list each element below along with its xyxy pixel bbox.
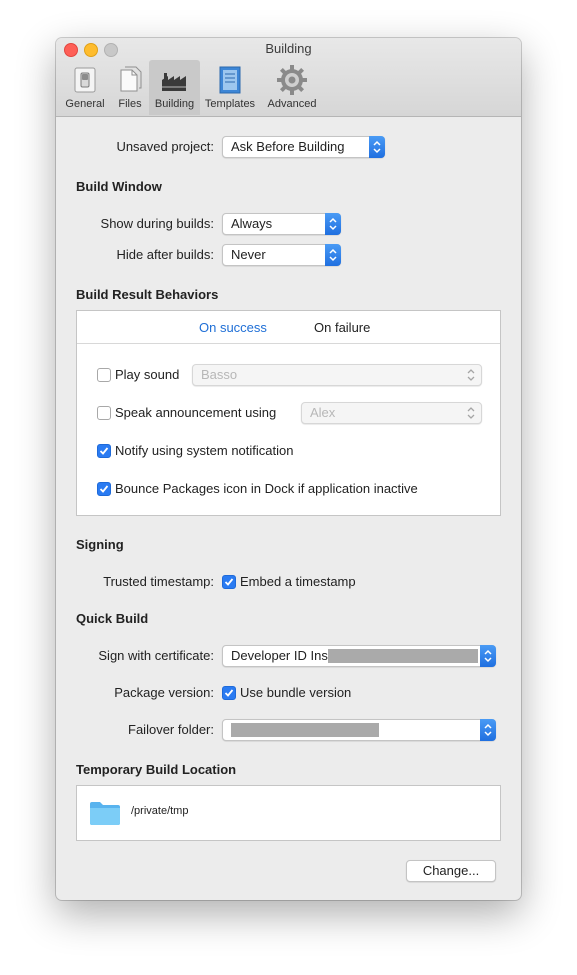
tab-divider — [77, 343, 500, 344]
toolbar-label: Building — [154, 98, 195, 110]
chevron-up-down-icon — [480, 645, 496, 667]
window-title: Building — [265, 41, 312, 56]
package-version-label: Package version: — [114, 685, 214, 700]
failover-folder-popup[interactable] — [222, 719, 496, 741]
checkmark-icon — [224, 689, 234, 697]
chevron-up-down-icon — [467, 407, 475, 422]
temp-location-path: /private/tmp — [131, 805, 189, 817]
hide-after-builds-popup[interactable]: Never — [222, 244, 341, 266]
checkmark-icon — [224, 578, 234, 586]
notify-label: Notify using system notification — [115, 443, 294, 458]
toolbar-item-building[interactable]: Building — [149, 60, 200, 115]
show-during-builds-label: Show during builds: — [100, 216, 214, 231]
signing-heading: Signing — [76, 537, 124, 552]
redacted-block — [231, 723, 379, 737]
embed-timestamp-checkbox[interactable] — [222, 575, 236, 589]
build-result-box: On success On failure Play sound Basso S… — [76, 310, 501, 516]
toolbar-label: Advanced — [267, 98, 317, 110]
popup-value: Never — [231, 247, 266, 262]
switch-icon — [74, 67, 96, 93]
factory-icon — [161, 73, 186, 91]
speak-announcement-label: Speak announcement using — [115, 405, 277, 420]
sound-popup[interactable]: Basso — [192, 364, 482, 386]
title-bar: Building General Files Building Template… — [56, 38, 521, 117]
build-window-heading: Build Window — [76, 179, 162, 194]
checkmark-icon — [99, 447, 109, 455]
popup-value: Developer ID Ins — [231, 648, 328, 663]
hide-after-builds-label: Hide after builds: — [116, 247, 214, 262]
chevron-up-down-icon — [467, 369, 475, 384]
toolbar-item-templates[interactable]: Templates — [201, 60, 259, 115]
use-bundle-version-label: Use bundle version — [240, 685, 352, 700]
bounce-label: Bounce Packages icon in Dock if applicat… — [115, 481, 418, 496]
popup-value: Basso — [201, 367, 238, 382]
quick-build-heading: Quick Build — [76, 611, 149, 626]
unsaved-project-label: Unsaved project: — [116, 139, 214, 154]
build-result-heading: Build Result Behaviors — [76, 287, 219, 302]
chevron-up-down-icon — [325, 244, 341, 266]
temp-location-box: /private/tmp — [76, 785, 501, 841]
play-sound-label: Play sound — [115, 367, 180, 382]
gear-icon — [277, 65, 307, 95]
toolbar-item-general[interactable]: General — [62, 60, 108, 115]
show-during-builds-popup[interactable]: Always — [222, 213, 341, 235]
use-bundle-version-checkbox[interactable] — [222, 686, 236, 700]
chevron-up-down-icon — [369, 136, 385, 158]
toolbar-label: Files — [118, 98, 142, 110]
trusted-timestamp-label: Trusted timestamp: — [103, 574, 214, 589]
tab-on-failure[interactable]: On failure — [314, 320, 370, 335]
change-location-button[interactable]: Change... — [406, 860, 496, 882]
embed-timestamp-label: Embed a timestamp — [240, 574, 356, 589]
chevron-up-down-icon — [480, 719, 496, 741]
folder-icon — [90, 802, 120, 825]
popup-value: Always — [231, 216, 273, 231]
template-icon — [219, 66, 241, 94]
preferences-window: Building General Files Building Template… — [56, 38, 521, 900]
redacted-block — [328, 649, 478, 663]
sign-certificate-label: Sign with certificate: — [98, 648, 214, 663]
popup-value: Ask Before Building — [231, 139, 345, 154]
toolbar-item-advanced[interactable]: Advanced — [261, 60, 323, 115]
bounce-checkbox[interactable] — [97, 482, 111, 496]
speak-announcement-checkbox[interactable] — [97, 406, 111, 420]
toolbar-label: General — [65, 98, 105, 110]
toolbar-label: Templates — [204, 98, 256, 110]
play-sound-checkbox[interactable] — [97, 368, 111, 382]
notify-checkbox[interactable] — [97, 444, 111, 458]
checkmark-icon — [99, 485, 109, 493]
files-icon — [120, 66, 142, 92]
voice-popup[interactable]: Alex — [301, 402, 482, 424]
failover-folder-label: Failover folder: — [128, 722, 214, 737]
chevron-up-down-icon — [325, 213, 341, 235]
popup-value: Alex — [310, 405, 336, 420]
toolbar-item-files[interactable]: Files — [111, 60, 149, 115]
certificate-popup[interactable]: Developer ID Ins — [222, 645, 496, 667]
unsaved-project-popup[interactable]: Ask Before Building — [222, 136, 385, 158]
tab-on-success[interactable]: On success — [199, 320, 267, 335]
temp-location-heading: Temporary Build Location — [76, 762, 237, 777]
